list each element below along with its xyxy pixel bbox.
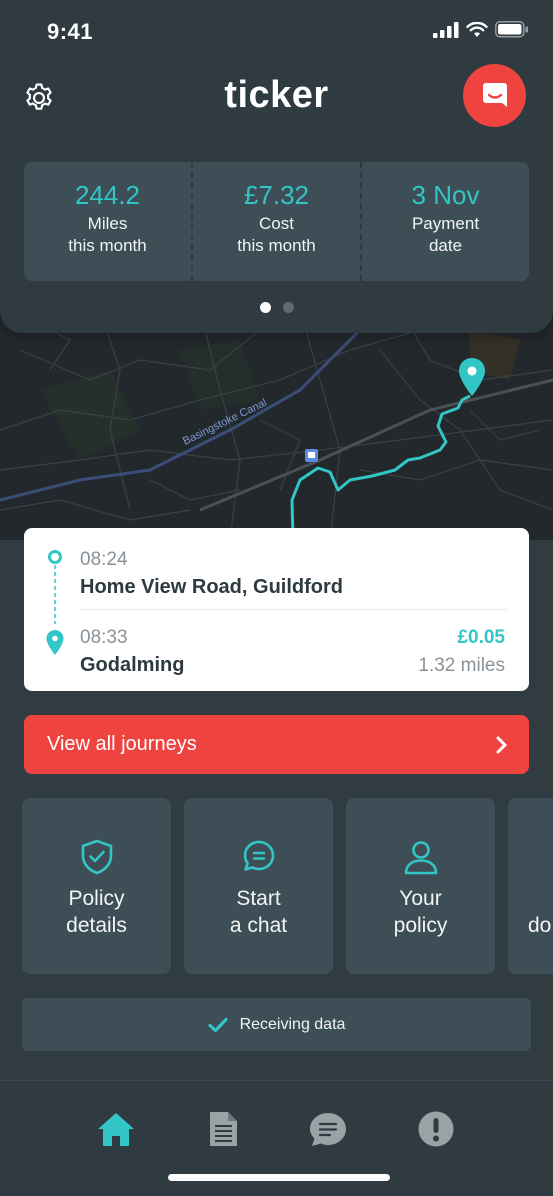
map-graphic: Basingstoke Canal	[0, 310, 553, 540]
tile-label-line: policy	[393, 914, 448, 937]
status-time: 9:41	[47, 19, 94, 44]
shield-check-icon	[81, 839, 112, 875]
tab-home[interactable]	[96, 1109, 136, 1149]
end-pin-icon	[46, 630, 64, 655]
carousel-dots	[0, 302, 553, 313]
latest-journey-card[interactable]: 08:24 Home View Road, Guildford 08:33 Go…	[24, 528, 529, 691]
wifi-icon	[466, 21, 488, 37]
tile-label-line: do	[528, 914, 552, 937]
tile-start-chat[interactable]: Start a chat	[184, 798, 333, 974]
tab-messages[interactable]	[308, 1109, 348, 1149]
journey-end-place: Godalming	[80, 654, 185, 676]
tile-label-line	[528, 885, 553, 912]
tile-icon-wrap	[346, 838, 495, 876]
stat-label: Payment date	[362, 213, 529, 257]
home-indicator[interactable]	[168, 1174, 390, 1181]
route-timeline	[46, 550, 64, 655]
stat-label-line: Miles	[87, 214, 128, 233]
chevron-right-icon	[496, 736, 507, 754]
tile-label: Your policy	[346, 885, 495, 939]
journey-map[interactable]: Basingstoke Canal	[0, 310, 553, 540]
stat-label-line: Cost	[259, 214, 294, 233]
journey-end-time: 08:33	[80, 627, 128, 648]
journey-start-time: 08:24	[80, 549, 128, 570]
stat-label-line: this month	[237, 236, 316, 255]
check-icon	[207, 1017, 228, 1032]
journey-divider	[80, 609, 507, 610]
tile-label-line: Your	[399, 887, 442, 910]
tile-policy-details[interactable]: Policy details	[22, 798, 171, 974]
chat-face-icon	[482, 82, 507, 107]
stat-value: £7.32	[243, 180, 310, 210]
stat-value: 244.2	[74, 180, 141, 210]
document-icon	[210, 1112, 237, 1146]
tile-label: do	[508, 885, 553, 939]
chat-button[interactable]	[463, 64, 526, 127]
stat-label-line: Payment	[411, 214, 480, 233]
receiving-data-label: Receiving data	[239, 1015, 346, 1033]
cellular-signal-icon	[433, 21, 459, 38]
tile-partial[interactable]: do	[508, 798, 553, 974]
tile-label-line: Start	[236, 887, 281, 910]
chat-bubble-icon	[243, 840, 274, 871]
battery-icon	[495, 21, 528, 38]
tile-label: Start a chat	[184, 885, 333, 939]
stat-value: 3 Nov	[411, 180, 480, 210]
journey-distance: 1.32 miles	[418, 655, 505, 676]
quick-actions: Policy details Start a chat Your policy	[22, 798, 553, 974]
stat-label-line: date	[428, 236, 463, 255]
stat-label-line: this month	[68, 236, 147, 255]
start-point-icon	[48, 550, 62, 564]
stats-summary[interactable]: 244.2 Miles this month £7.32 Cost this m…	[24, 162, 529, 281]
view-all-journeys-label: View all journeys	[47, 733, 197, 755]
carousel-dot[interactable]	[282, 302, 294, 313]
stat-label: Cost this month	[193, 213, 360, 257]
tile-your-policy[interactable]: Your policy	[346, 798, 495, 974]
tile-label-line: a chat	[229, 914, 288, 937]
tile-label: Policy details	[22, 885, 171, 939]
tile-icon-wrap	[22, 838, 171, 876]
journey-cost: £0.05	[457, 627, 505, 648]
tab-documents[interactable]	[203, 1109, 243, 1149]
home-icon	[98, 1113, 134, 1146]
stat-cost: £7.32 Cost this month	[191, 162, 360, 281]
stat-payment-date: 3 Nov Payment date	[360, 162, 529, 281]
journey-start-place: Home View Road, Guildford	[80, 576, 343, 598]
receiving-data-status: Receiving data	[22, 998, 531, 1051]
status-icons	[433, 21, 529, 38]
person-icon	[404, 841, 437, 875]
status-bar: 9:41	[0, 0, 553, 60]
tile-label-line: Policy	[68, 887, 125, 910]
alert-icon	[418, 1111, 454, 1147]
message-icon	[310, 1113, 346, 1146]
stat-miles: 244.2 Miles this month	[24, 162, 191, 281]
stat-label: Miles this month	[24, 213, 191, 257]
tile-icon-wrap	[184, 838, 333, 874]
tile-label-line: details	[66, 914, 127, 937]
view-all-journeys-button[interactable]: View all journeys	[24, 715, 529, 774]
header-panel: 9:41 ticker 244.2 Miles this month £7.32…	[0, 0, 553, 333]
carousel-dot-active[interactable]	[259, 302, 271, 313]
tab-alerts[interactable]	[416, 1109, 456, 1149]
